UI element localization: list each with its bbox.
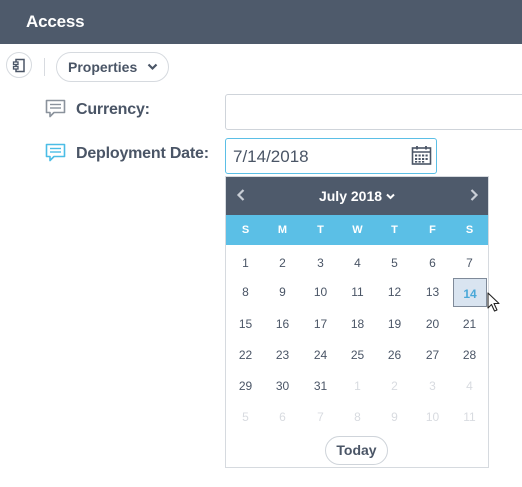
weekday-label: S — [241, 224, 250, 236]
date-picker-popup: July 2018 S M T W T F S 14 1 2 3 4 5 6 7 8 9 10 11… — [225, 176, 489, 468]
weekday-label: F — [429, 224, 436, 236]
calendar-day[interactable]: 29 — [227, 379, 264, 393]
calendar-day[interactable]: 25 — [339, 348, 376, 362]
calendar-day[interactable]: 10 — [302, 285, 339, 299]
currency-label: Currency: — [76, 101, 150, 118]
selected-day-label: 14 — [463, 287, 477, 301]
calendar-header: July 2018 — [226, 177, 488, 215]
calendar-day[interactable]: 1 — [227, 256, 264, 270]
month-selector[interactable]: July 2018 — [226, 188, 488, 204]
calendar-day[interactable]: 9 — [264, 285, 301, 299]
properties-label: Properties — [68, 59, 138, 75]
calendar-day[interactable]: 24 — [302, 348, 339, 362]
comment-icon — [45, 99, 66, 118]
weekday-label: T — [391, 224, 398, 236]
calendar-day[interactable]: 20 — [414, 317, 451, 331]
calendar-day[interactable]: 26 — [376, 348, 413, 362]
calendar-day[interactable]: 5 — [376, 256, 413, 270]
weekday-label: S — [465, 224, 474, 236]
toolbar-divider — [44, 58, 45, 76]
calendar-day[interactable]: 30 — [264, 379, 301, 393]
calendar-day[interactable]: 2 — [264, 256, 301, 270]
today-button[interactable]: Today — [325, 436, 388, 465]
calendar-day-other-month[interactable]: 4 — [451, 379, 488, 393]
calendar-day-other-month[interactable]: 9 — [376, 410, 413, 424]
chevron-down-icon — [386, 193, 395, 200]
calendar-day[interactable]: 21 — [451, 317, 488, 331]
weekday-label: M — [277, 224, 288, 236]
date-value: 7/14/2018 — [233, 147, 309, 166]
properties-button[interactable]: Properties — [56, 52, 169, 82]
page-title: Access — [26, 12, 85, 31]
calendar-day-other-month[interactable]: 3 — [414, 379, 451, 393]
calendar-day-other-month[interactable]: 8 — [339, 410, 376, 424]
calendar-day[interactable]: 12 — [376, 285, 413, 299]
top-bar: Access — [0, 0, 522, 44]
calendar-day[interactable]: 17 — [302, 317, 339, 331]
toolbar: Properties — [0, 44, 522, 90]
mouse-cursor-icon — [487, 292, 500, 312]
calendar-day[interactable]: 23 — [264, 348, 301, 362]
calendar-day[interactable]: 15 — [227, 317, 264, 331]
calendar-icon[interactable] — [411, 145, 432, 166]
component-icon-button[interactable] — [6, 52, 32, 78]
calendar-day[interactable]: 4 — [339, 256, 376, 270]
deployment-date-input[interactable]: 7/14/2018 — [225, 138, 437, 174]
calendar-day-other-month[interactable]: 10 — [414, 410, 451, 424]
calendar-day-other-month[interactable]: 1 — [339, 379, 376, 393]
calendar-day-other-month[interactable]: 11 — [451, 410, 488, 424]
calendar-day-other-month[interactable]: 2 — [376, 379, 413, 393]
chevron-down-icon — [147, 63, 158, 71]
calendar-day[interactable]: 19 — [376, 317, 413, 331]
calendar-day[interactable]: 11 — [339, 285, 376, 299]
weekday-label: W — [352, 224, 363, 236]
calendar-day[interactable]: 31 — [302, 379, 339, 393]
calendar-day-other-month[interactable]: 6 — [264, 410, 301, 424]
selected-day[interactable]: 14 — [453, 278, 487, 307]
calendar-day[interactable]: 18 — [339, 317, 376, 331]
currency-input[interactable] — [225, 94, 522, 130]
deployment-date-label: Deployment Date: — [76, 145, 209, 162]
calendar-day[interactable]: 16 — [264, 317, 301, 331]
calendar-day-other-month[interactable]: 7 — [302, 410, 339, 424]
component-icon — [12, 58, 25, 73]
calendar-day[interactable]: 27 — [414, 348, 451, 362]
comment-icon — [45, 143, 66, 162]
calendar-day[interactable]: 22 — [227, 348, 264, 362]
month-label: July 2018 — [318, 188, 383, 204]
calendar-day[interactable]: 13 — [414, 285, 451, 299]
next-month-icon[interactable] — [469, 188, 479, 202]
calendar-day[interactable]: 3 — [302, 256, 339, 270]
calendar-day[interactable]: 7 — [451, 256, 488, 270]
calendar-day-other-month[interactable]: 5 — [227, 410, 264, 424]
calendar-day[interactable]: 28 — [451, 348, 488, 362]
weekday-header: S M T W T F S — [226, 215, 488, 245]
weekday-label: T — [317, 224, 324, 236]
calendar-day[interactable]: 6 — [414, 256, 451, 270]
calendar-day[interactable]: 8 — [227, 285, 264, 299]
